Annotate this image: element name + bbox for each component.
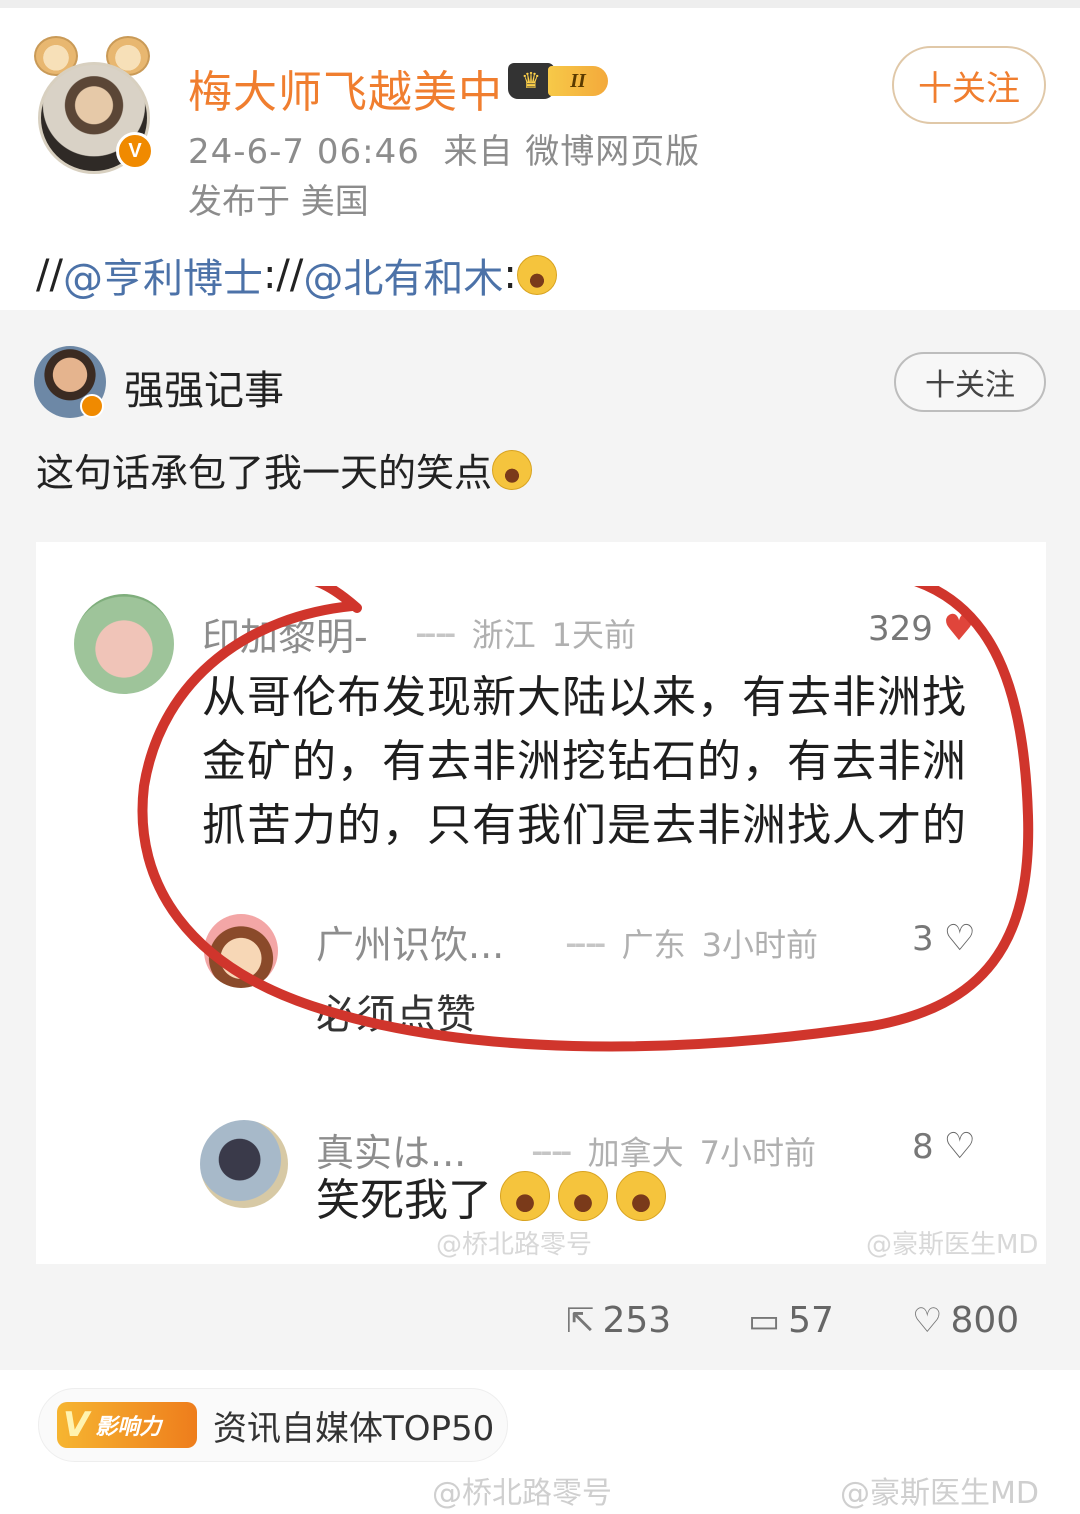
- repost-prefix: //: [36, 252, 63, 298]
- repost-text: // @亨利博士 :// @北有和木 :: [36, 246, 557, 304]
- comment-body: 从哥伦布发现新大陆以来，有去非洲找金矿的，有去非洲挖钻石的，有去非洲抓苦力的，只…: [202, 672, 967, 851]
- commenter-avatar: [74, 594, 174, 694]
- v-verified-icon: [80, 394, 104, 418]
- like-count: 3: [912, 918, 934, 959]
- influence-tag-text: 资讯自媒体TOP50: [213, 1408, 495, 1449]
- top-divider: [0, 0, 1080, 8]
- v-verified-icon: V: [116, 132, 154, 170]
- quoted-text: 这句话承包了我一天的笑点: [36, 451, 493, 495]
- v-influence-icon: V: [63, 1405, 90, 1445]
- comment-meta: ⵧⵧ 浙江 1天前: [416, 610, 636, 656]
- comment-time: 3小时前: [701, 926, 818, 964]
- commenter-name: 广州识饮...: [316, 923, 505, 967]
- quoted-follow-button[interactable]: 十关注: [894, 352, 1046, 412]
- comment-text: 笑死我了: [316, 1175, 492, 1226]
- repost-suffix: :: [503, 252, 517, 298]
- commenter-avatar: [204, 914, 278, 988]
- comment-count: 57: [788, 1300, 834, 1341]
- watermark-right: @豪斯医生MD: [840, 1476, 1039, 1511]
- heart-icon: ♡: [943, 1126, 976, 1167]
- quoted-post-text: 这句话承包了我一天的笑点: [36, 442, 533, 497]
- commenter-name: 印加黎明-: [202, 615, 368, 659]
- repost-count: 253: [602, 1300, 672, 1341]
- author-name[interactable]: 梅大师飞越美中: [188, 56, 503, 120]
- medal-icon: ⵧⵧ: [416, 613, 456, 652]
- influence-badge: V 影响力: [57, 1402, 197, 1448]
- quoted-post-card[interactable]: 强强记事 十关注 这句话承包了我一天的笑点 印加黎明- ⵧⵧ 浙江 1天前 32…: [0, 310, 1080, 1370]
- heart-icon: ♡: [943, 918, 976, 959]
- laugh-emoji-icon: [500, 1171, 550, 1221]
- embedded-screenshot[interactable]: 印加黎明- ⵧⵧ 浙江 1天前 329 ♥ 从哥伦布发现新大陆以来，有去非洲找金…: [36, 542, 1046, 1264]
- like-count: 8: [912, 1126, 934, 1167]
- laugh-emoji-icon: [558, 1171, 608, 1221]
- comment-button[interactable]: ▭ 57: [748, 1300, 834, 1341]
- author-avatar[interactable]: V: [34, 36, 154, 174]
- quoted-author-name[interactable]: 强强记事: [124, 358, 284, 416]
- repost-button[interactable]: ⇱ 253: [566, 1300, 671, 1341]
- like-icon: ♡: [912, 1300, 943, 1341]
- influence-tag[interactable]: V 影响力 资讯自媒体TOP50: [38, 1388, 508, 1462]
- laugh-emoji-icon: [516, 255, 557, 295]
- comment-icon: ▭: [748, 1300, 781, 1341]
- laugh-emoji-icon: [616, 1171, 666, 1221]
- repost-separator: ://: [262, 252, 304, 298]
- mention-link[interactable]: @北有和木: [303, 246, 503, 304]
- watermark-left: @桥北路零号: [432, 1476, 612, 1511]
- comment-location: 浙江: [471, 616, 536, 654]
- post-location: 发布于 美国: [188, 182, 369, 222]
- heart-icon: ♥: [942, 608, 976, 649]
- vip-badge[interactable]: ♛ II: [508, 62, 620, 100]
- comment-time: 1天前: [551, 616, 636, 654]
- laugh-emoji-icon: [492, 449, 533, 490]
- commenter-avatar: [200, 1120, 288, 1208]
- comment-body: 必须点赞: [316, 992, 476, 1038]
- comment-likes: 8 ♡: [912, 1126, 976, 1167]
- comment-body: 笑死我了: [316, 1164, 666, 1228]
- mention-link[interactable]: @亨利博士: [63, 246, 263, 304]
- post-meta: 24-6-7 06:46 来自 微博网页版: [188, 132, 701, 172]
- comment-likes: 3 ♡: [912, 918, 976, 959]
- repost-icon: ⇱: [566, 1300, 595, 1341]
- comment-location: 广东: [621, 926, 686, 964]
- like-button[interactable]: ♡ 800: [912, 1300, 1019, 1341]
- comment-time: 7小时前: [699, 1134, 816, 1172]
- comment-meta: ⵧⵧ 广东 3小时前: [566, 920, 818, 966]
- medal-icon: ⵧⵧ: [566, 923, 606, 962]
- follow-button[interactable]: 十关注: [892, 46, 1046, 124]
- action-bar: ⇱ 253 ▭ 57 ♡ 800: [0, 1300, 1080, 1360]
- influence-badge-label: 影响力: [95, 1415, 162, 1440]
- vip-level: II: [548, 66, 608, 96]
- inner-watermark: @豪斯医生MD: [866, 1230, 1039, 1260]
- like-count: 800: [950, 1300, 1020, 1341]
- inner-watermark: @桥北路零号: [436, 1230, 593, 1260]
- like-count: 329: [868, 608, 933, 649]
- comment-likes: 329 ♥: [868, 608, 975, 649]
